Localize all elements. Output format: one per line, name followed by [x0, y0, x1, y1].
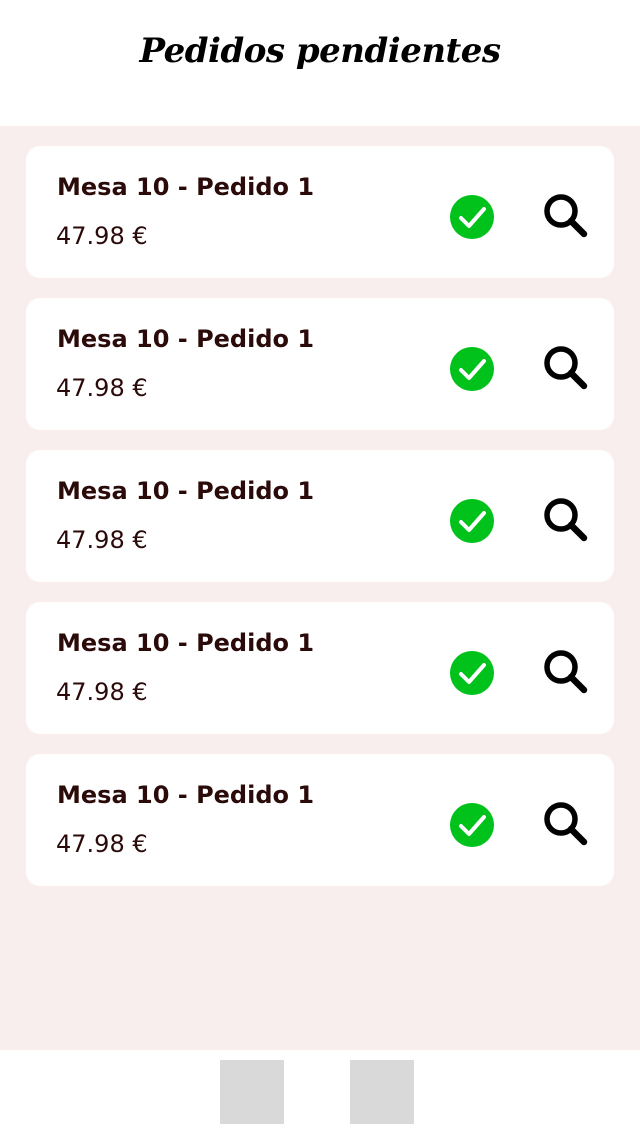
confirm-order-button[interactable] [449, 194, 495, 240]
order-card[interactable]: Mesa 10 - Pedido 1 47.98 € [26, 602, 614, 734]
order-card[interactable]: Mesa 10 - Pedido 1 47.98 € [26, 298, 614, 430]
check-circle-icon [450, 195, 494, 239]
order-price: 47.98 € [56, 830, 148, 858]
check-circle-icon [450, 803, 494, 847]
order-price: 47.98 € [56, 526, 148, 554]
bottom-nav-button-2[interactable] [350, 1060, 414, 1124]
search-icon [544, 650, 588, 694]
order-card[interactable]: Mesa 10 - Pedido 1 47.98 € [26, 450, 614, 582]
search-icon [544, 194, 588, 238]
order-title: Mesa 10 - Pedido 1 [57, 477, 315, 505]
check-circle-icon [450, 347, 494, 391]
order-price: 47.98 € [56, 678, 148, 706]
search-icon [544, 346, 588, 390]
view-order-button[interactable] [542, 800, 590, 848]
order-title: Mesa 10 - Pedido 1 [57, 325, 315, 353]
confirm-order-button[interactable] [449, 802, 495, 848]
orders-panel: Mesa 10 - Pedido 1 47.98 € Mesa 10 - Ped… [0, 126, 640, 1050]
confirm-order-button[interactable] [449, 346, 495, 392]
app-header: Pedidos pendientes [0, 0, 640, 126]
order-price: 47.98 € [56, 374, 148, 402]
check-circle-icon [450, 499, 494, 543]
confirm-order-button[interactable] [449, 650, 495, 696]
confirm-order-button[interactable] [449, 498, 495, 544]
check-circle-icon [450, 651, 494, 695]
view-order-button[interactable] [542, 648, 590, 696]
order-title: Mesa 10 - Pedido 1 [57, 173, 315, 201]
view-order-button[interactable] [542, 496, 590, 544]
view-order-button[interactable] [542, 344, 590, 392]
view-order-button[interactable] [542, 192, 590, 240]
search-icon [544, 802, 588, 846]
page-title: Pedidos pendientes [139, 30, 501, 71]
order-price: 47.98 € [56, 222, 148, 250]
order-title: Mesa 10 - Pedido 1 [57, 629, 315, 657]
order-card[interactable]: Mesa 10 - Pedido 1 47.98 € [26, 754, 614, 886]
bottom-nav-button-1[interactable] [220, 1060, 284, 1124]
bottom-nav [0, 1050, 640, 1136]
order-card[interactable]: Mesa 10 - Pedido 1 47.98 € [26, 146, 614, 278]
pending-orders-list: Mesa 10 - Pedido 1 47.98 € Mesa 10 - Ped… [26, 146, 614, 906]
search-icon [544, 498, 588, 542]
order-title: Mesa 10 - Pedido 1 [57, 781, 315, 809]
